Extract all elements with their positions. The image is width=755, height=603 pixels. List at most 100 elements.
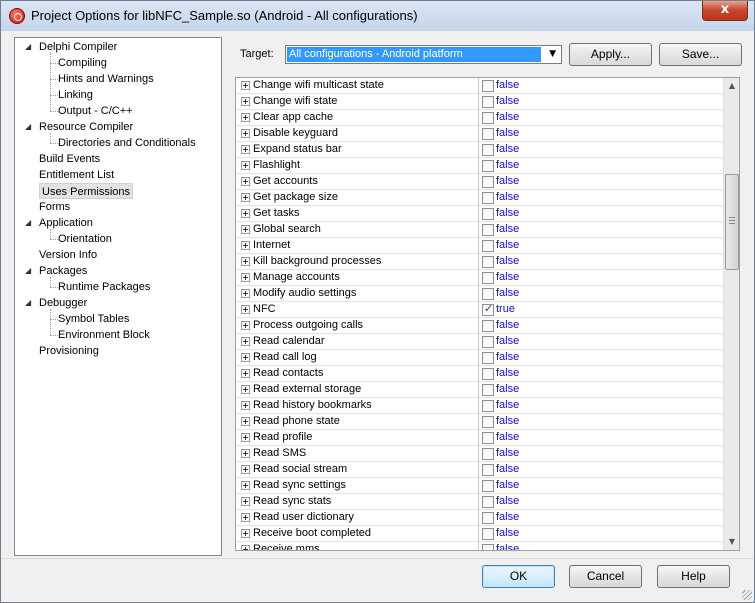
- permission-row[interactable]: Internet false: [236, 238, 723, 254]
- permission-checkbox[interactable]: [482, 224, 494, 236]
- expand-plus-icon[interactable]: [241, 305, 250, 314]
- permission-row[interactable]: Manage accounts false: [236, 270, 723, 286]
- permission-row[interactable]: Read profile false: [236, 430, 723, 446]
- permission-row[interactable]: Clear app cache false: [236, 110, 723, 126]
- expand-plus-icon[interactable]: [241, 193, 250, 202]
- permission-checkbox[interactable]: [482, 192, 494, 204]
- expand-plus-icon[interactable]: [241, 113, 250, 122]
- permission-checkbox[interactable]: [482, 464, 494, 476]
- expand-plus-icon[interactable]: [241, 433, 250, 442]
- permission-checkbox[interactable]: [482, 240, 494, 252]
- permission-row[interactable]: Read sync settings false: [236, 478, 723, 494]
- expand-plus-icon[interactable]: [241, 177, 250, 186]
- expand-plus-icon[interactable]: [241, 257, 250, 266]
- expand-plus-icon[interactable]: [241, 385, 250, 394]
- tree-expand-arrow-icon[interactable]: ◢: [25, 267, 33, 275]
- expand-plus-icon[interactable]: [241, 465, 250, 474]
- tree-item[interactable]: Provisioning: [39, 343, 99, 359]
- permission-row[interactable]: NFC true: [236, 302, 723, 318]
- permission-checkbox[interactable]: [482, 144, 494, 156]
- resize-grip-icon[interactable]: [742, 590, 752, 600]
- expand-plus-icon[interactable]: [241, 145, 250, 154]
- expand-plus-icon[interactable]: [241, 401, 250, 410]
- tree-item[interactable]: Hints and Warnings: [58, 71, 154, 87]
- permission-row[interactable]: Read user dictionary false: [236, 510, 723, 526]
- permission-checkbox[interactable]: [482, 352, 494, 364]
- permission-checkbox[interactable]: [482, 208, 494, 220]
- permission-row[interactable]: Modify audio settings false: [236, 286, 723, 302]
- expand-plus-icon[interactable]: [241, 545, 250, 550]
- ok-button[interactable]: OK: [482, 565, 555, 588]
- tree-item[interactable]: Version Info: [39, 247, 97, 263]
- expand-plus-icon[interactable]: [241, 81, 250, 90]
- permission-row[interactable]: Flashlight false: [236, 158, 723, 174]
- expand-plus-icon[interactable]: [241, 321, 250, 330]
- apply-button[interactable]: Apply...: [569, 43, 652, 66]
- title-bar[interactable]: Project Options for libNFC_Sample.so (An…: [1, 1, 754, 31]
- tree-item[interactable]: Orientation: [58, 231, 112, 247]
- close-button[interactable]: x: [702, 1, 748, 21]
- vertical-scrollbar[interactable]: ▲ ▼: [723, 78, 739, 550]
- permission-checkbox[interactable]: [482, 128, 494, 140]
- permission-checkbox[interactable]: [482, 416, 494, 428]
- tree-item[interactable]: Compiling: [58, 55, 107, 71]
- tree-expand-arrow-icon[interactable]: ◢: [25, 123, 33, 131]
- permission-checkbox[interactable]: [482, 112, 494, 124]
- tree-item[interactable]: Uses Permissions: [39, 183, 134, 199]
- permission-checkbox[interactable]: [482, 368, 494, 380]
- expand-plus-icon[interactable]: [241, 161, 250, 170]
- permission-checkbox[interactable]: [482, 400, 494, 412]
- permission-row[interactable]: Get tasks false: [236, 206, 723, 222]
- permission-row[interactable]: Process outgoing calls false: [236, 318, 723, 334]
- tree-item[interactable]: Symbol Tables: [58, 311, 129, 327]
- permission-row[interactable]: Disable keyguard false: [236, 126, 723, 142]
- tree-item[interactable]: Environment Block: [58, 327, 150, 343]
- permission-checkbox[interactable]: [482, 80, 494, 92]
- expand-plus-icon[interactable]: [241, 369, 250, 378]
- permission-checkbox[interactable]: [482, 432, 494, 444]
- expand-plus-icon[interactable]: [241, 241, 250, 250]
- tree-expand-arrow-icon[interactable]: ◢: [25, 219, 33, 227]
- save-button[interactable]: Save...: [659, 43, 742, 66]
- permission-checkbox[interactable]: [482, 448, 494, 460]
- permission-row[interactable]: Read calendar false: [236, 334, 723, 350]
- permission-row[interactable]: Read external storage false: [236, 382, 723, 398]
- permission-row[interactable]: Global search false: [236, 222, 723, 238]
- permissions-grid[interactable]: Change wifi multicast state false Change w…: [235, 77, 740, 551]
- scroll-thumb[interactable]: [725, 174, 739, 270]
- permission-checkbox[interactable]: [482, 176, 494, 188]
- permission-row[interactable]: Expand status bar false: [236, 142, 723, 158]
- permission-checkbox[interactable]: [482, 96, 494, 108]
- tree-item[interactable]: Runtime Packages: [58, 279, 150, 295]
- permission-checkbox[interactable]: [482, 288, 494, 300]
- permission-row[interactable]: Change wifi state false: [236, 94, 723, 110]
- tree-item[interactable]: Application: [39, 215, 93, 231]
- permission-row[interactable]: Read social stream false: [236, 462, 723, 478]
- expand-plus-icon[interactable]: [241, 273, 250, 282]
- permission-checkbox[interactable]: [482, 512, 494, 524]
- permission-row[interactable]: Kill background processes false: [236, 254, 723, 270]
- expand-plus-icon[interactable]: [241, 481, 250, 490]
- tree-item[interactable]: Build Events: [39, 151, 100, 167]
- permission-row[interactable]: Read phone state false: [236, 414, 723, 430]
- permission-row[interactable]: Read call log false: [236, 350, 723, 366]
- expand-plus-icon[interactable]: [241, 129, 250, 138]
- permission-checkbox[interactable]: [482, 302, 494, 316]
- tree-expand-arrow-icon[interactable]: ◢: [25, 43, 33, 51]
- cancel-button[interactable]: Cancel: [569, 565, 642, 588]
- expand-plus-icon[interactable]: [241, 513, 250, 522]
- permission-row[interactable]: Change wifi multicast state false: [236, 78, 723, 94]
- tree-item[interactable]: Debugger: [39, 295, 87, 311]
- tree-item[interactable]: Linking: [58, 87, 93, 103]
- tree-item[interactable]: Entitlement List: [39, 167, 114, 183]
- permission-row[interactable]: Get package size false: [236, 190, 723, 206]
- tree-expand-arrow-icon[interactable]: ◢: [25, 299, 33, 307]
- tree-item[interactable]: Packages: [39, 263, 87, 279]
- tree-item[interactable]: Directories and Conditionals: [58, 135, 196, 151]
- help-button[interactable]: Help: [657, 565, 730, 588]
- expand-plus-icon[interactable]: [241, 209, 250, 218]
- expand-plus-icon[interactable]: [241, 417, 250, 426]
- permission-checkbox[interactable]: [482, 528, 494, 540]
- tree-item[interactable]: Resource Compiler: [39, 119, 133, 135]
- expand-plus-icon[interactable]: [241, 97, 250, 106]
